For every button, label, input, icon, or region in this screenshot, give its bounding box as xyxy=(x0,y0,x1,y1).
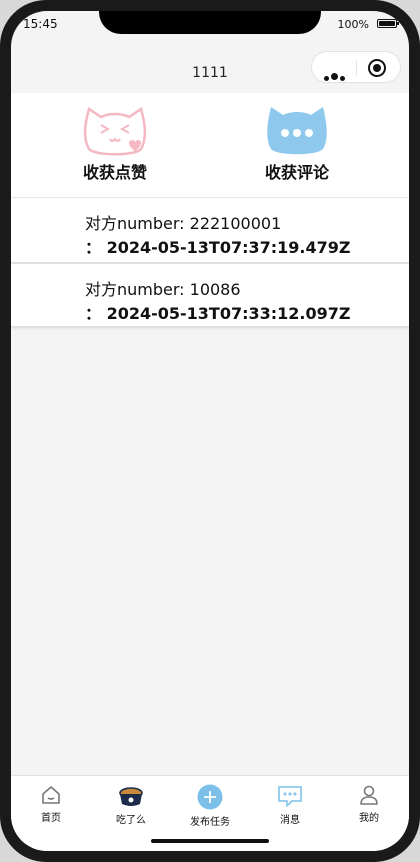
blue-cat-icon xyxy=(267,107,327,155)
tab-food[interactable]: 吃了么 xyxy=(91,784,171,826)
device-notch xyxy=(99,11,321,34)
comments-received-label: 收获评论 xyxy=(264,163,329,182)
home-indicator[interactable] xyxy=(151,839,269,843)
status-time: 15:45 xyxy=(23,17,58,31)
record-counterparty: 对方number: 10086 xyxy=(85,280,241,299)
miniprogram-capsule xyxy=(311,51,401,83)
battery-percentage: 100% xyxy=(337,18,369,31)
record-timestamp: ： 2024-05-13T07:37:19.479Z xyxy=(85,238,351,257)
bottom-tab-bar: 首页 吃了么 发布任务 消息 我的 xyxy=(11,775,409,851)
tab-profile[interactable]: 我的 xyxy=(329,784,409,824)
capsule-divider xyxy=(356,60,357,76)
food-bowl-icon xyxy=(119,787,143,806)
list-item[interactable]: 对方number: 10086 ： 2024-05-13T07:33:12.09… xyxy=(11,264,409,326)
close-miniprogram-icon[interactable] xyxy=(368,59,386,77)
summary-header: 收获点赞 收获评论 xyxy=(11,93,409,198)
tab-messages-label: 消息 xyxy=(280,815,300,826)
comments-received-tab[interactable]: 收获评论 xyxy=(237,99,357,183)
phone-frame: 15:45 100% 1111 收获点赞 收获评论 对方number: 2221… xyxy=(0,0,420,862)
tab-food-label: 吃了么 xyxy=(116,815,146,826)
likes-received-tab[interactable]: 收获点赞 xyxy=(55,99,175,183)
tab-publish-task-label: 发布任务 xyxy=(190,817,230,828)
user-icon xyxy=(360,785,378,805)
pink-cat-icon xyxy=(84,107,146,156)
battery-icon xyxy=(377,19,399,28)
tab-publish-task[interactable]: 发布任务 xyxy=(170,784,250,828)
tab-profile-label: 我的 xyxy=(359,813,379,824)
home-icon xyxy=(42,786,60,804)
chat-bubble-icon xyxy=(278,786,302,807)
record-counterparty: 对方number: 222100001 xyxy=(85,214,282,233)
likes-received-label: 收获点赞 xyxy=(82,163,147,182)
tab-home[interactable]: 首页 xyxy=(11,784,91,824)
plus-circle-icon xyxy=(197,784,223,810)
tab-messages[interactable]: 消息 xyxy=(250,784,330,826)
tab-home-label: 首页 xyxy=(41,813,61,824)
more-options-icon[interactable] xyxy=(324,66,347,85)
list-item[interactable]: 对方number: 222100001 ： 2024-05-13T07:37:1… xyxy=(11,198,409,262)
record-timestamp: ： 2024-05-13T07:33:12.097Z xyxy=(85,304,351,323)
app-screen: 15:45 100% 1111 收获点赞 收获评论 对方number: 2221… xyxy=(11,11,409,851)
